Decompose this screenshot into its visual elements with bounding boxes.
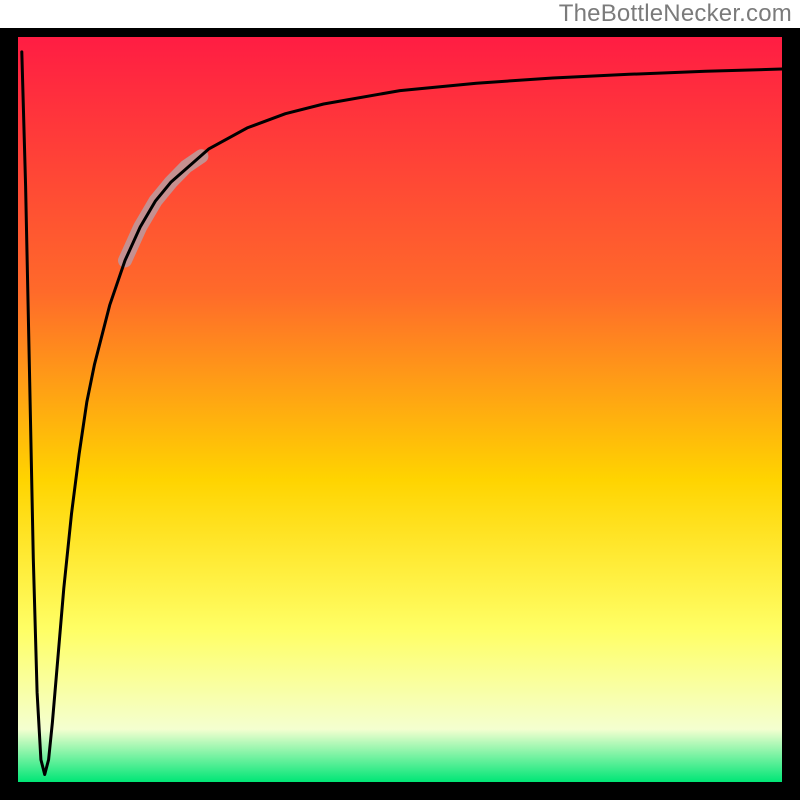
watermark-text: TheBottleNecker.com: [559, 0, 792, 28]
gradient-background: [18, 28, 782, 782]
chart-svg: [0, 28, 800, 800]
plot-frame: [0, 28, 800, 800]
chart-stage: TheBottleNecker.com: [0, 0, 800, 800]
